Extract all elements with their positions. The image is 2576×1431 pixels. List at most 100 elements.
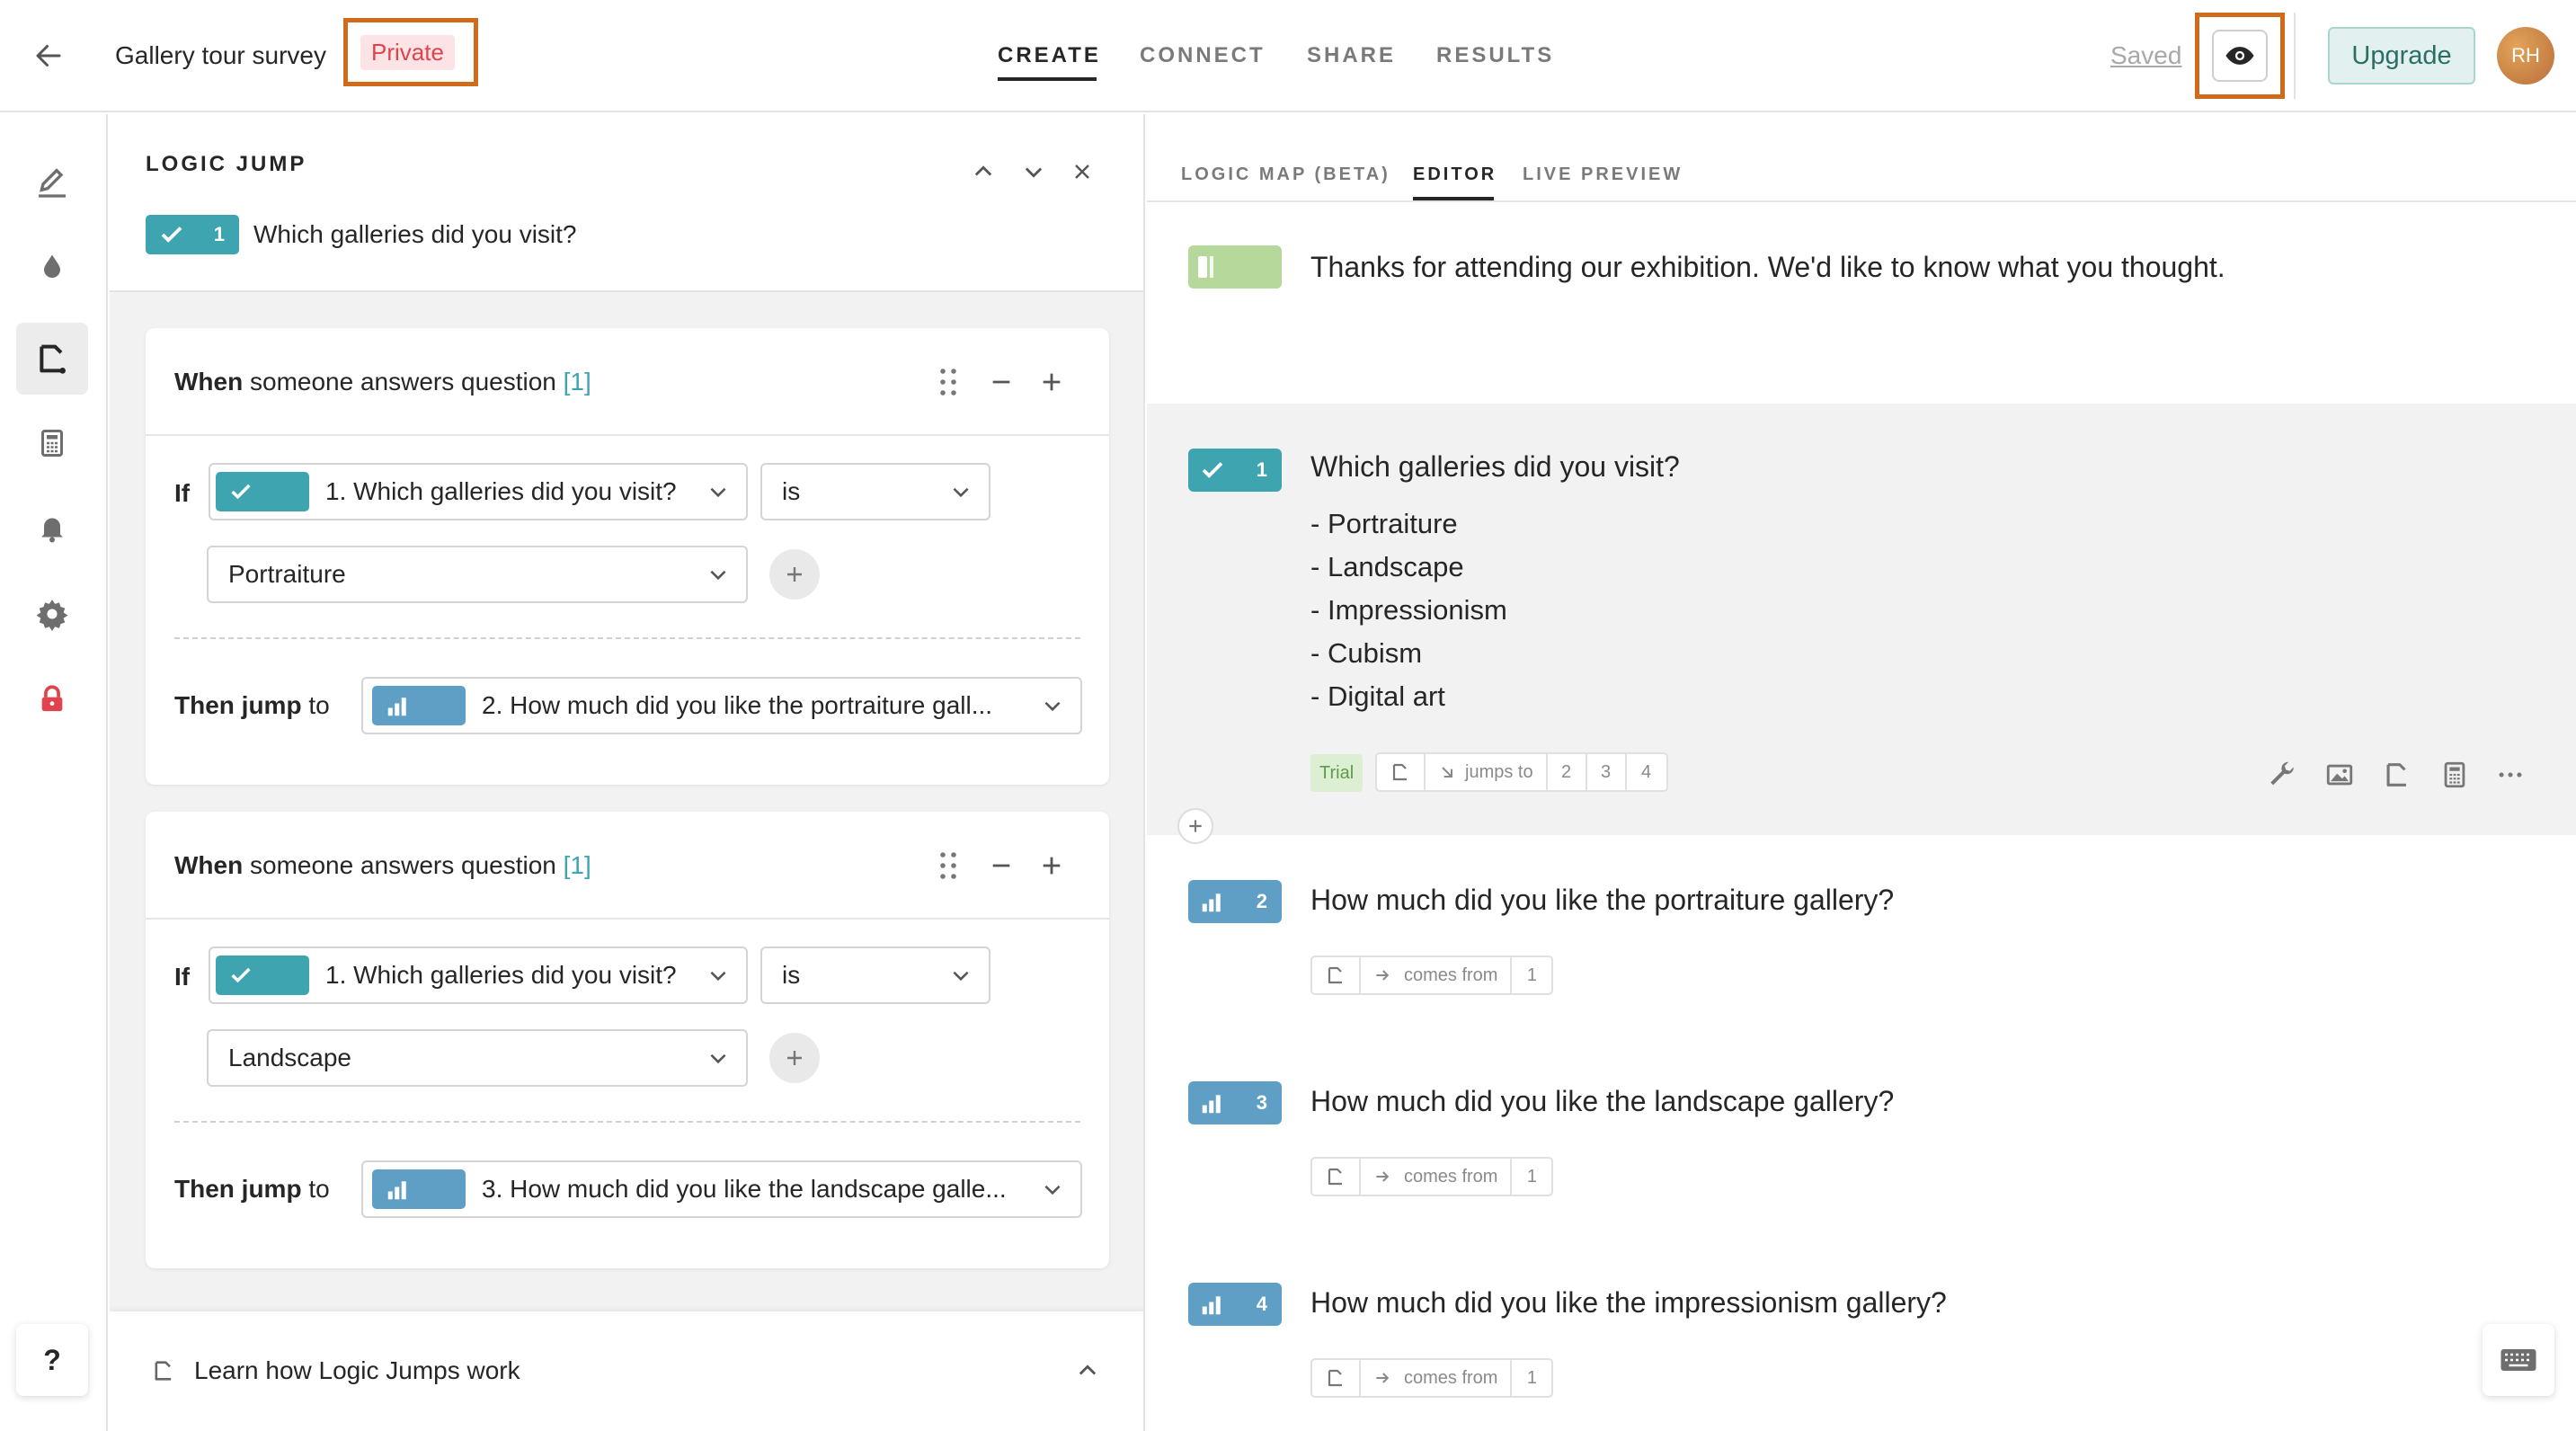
welcome-screen-badge [1188, 245, 1282, 289]
bar-chart-icon [1202, 893, 1221, 912]
tab-connect[interactable]: CONNECT [1140, 43, 1266, 68]
calculator-tool-button[interactable] [16, 407, 88, 479]
logic-panel-header: LOGIC JUMP 1 Which galleries did you vis… [110, 114, 1143, 292]
check-icon [231, 967, 251, 983]
jump-target-number[interactable]: 2 [1548, 754, 1587, 790]
wrench-icon[interactable] [2267, 760, 2297, 790]
jump-target-number[interactable]: 3 [1587, 754, 1627, 790]
rule-card-header: When someone answers question [1] [146, 328, 1109, 436]
privacy-badge[interactable]: Private [360, 35, 455, 70]
left-tool-rail: ? [0, 114, 108, 1431]
rule-divider [174, 637, 1080, 639]
chevron-up-icon[interactable] [971, 159, 996, 184]
tab-live-preview[interactable]: LIVE PREVIEW [1523, 164, 1683, 185]
drag-handle-icon[interactable] [937, 851, 960, 880]
access-tool-button[interactable] [16, 662, 88, 734]
bar-chart-icon [1202, 1095, 1221, 1114]
saved-status: Saved [2110, 41, 2182, 69]
active-tab-underline [998, 77, 1097, 81]
tab-share[interactable]: SHARE [1307, 43, 1396, 68]
trial-badge: Trial [1310, 754, 1364, 792]
privacy-highlight-box: Private [343, 18, 478, 86]
chevron-up-icon[interactable] [1075, 1358, 1100, 1383]
question-type-badge [216, 472, 309, 511]
if-question-select[interactable]: 1. Which galleries did you visit? [209, 947, 748, 1004]
question-title[interactable]: How much did you like the landscape gall… [1310, 1085, 1894, 1118]
welcome-icon [1198, 256, 1213, 278]
minus-icon[interactable] [989, 853, 1014, 878]
comes-from-row[interactable]: comes from 1 [1310, 955, 1554, 995]
welcome-text[interactable]: Thanks for attending our exhibition. We'… [1310, 251, 2225, 284]
add-condition-button[interactable] [769, 1033, 820, 1083]
logic-tool-button[interactable] [16, 323, 88, 395]
logic-branch-icon[interactable] [2382, 760, 2412, 790]
image-icon[interactable] [2324, 760, 2355, 790]
plus-icon [1189, 820, 1202, 832]
lock-icon [41, 685, 63, 712]
notifications-tool-button[interactable] [16, 492, 88, 564]
preview-button[interactable] [2212, 30, 2268, 82]
minus-icon[interactable] [989, 369, 1014, 395]
check-icon [231, 484, 251, 500]
operator-select[interactable]: is [760, 947, 990, 1004]
avatar[interactable]: RH [2497, 27, 2554, 84]
logic-rule-card: When someone answers question [1] If 1. … [146, 328, 1109, 785]
jumps-to-row[interactable]: jumps to 2 3 4 [1375, 752, 1668, 792]
add-question-button[interactable] [1177, 808, 1213, 844]
content-tool-button[interactable] [16, 147, 88, 218]
learn-logic-link[interactable]: Learn how Logic Jumps work [194, 1356, 520, 1385]
tab-create[interactable]: CREATE [998, 43, 1101, 68]
comes-from-row[interactable]: comes from 1 [1310, 1157, 1554, 1196]
comes-from-number[interactable]: 1 [1512, 1159, 1551, 1195]
operator-value: is [782, 961, 801, 989]
operator-select[interactable]: is [760, 463, 990, 520]
calculator-icon[interactable] [2439, 760, 2470, 790]
answer-value-select[interactable]: Landscape [207, 1029, 748, 1087]
answer-value: Portraiture [228, 560, 346, 588]
tab-editor[interactable]: EDITOR [1413, 164, 1497, 185]
jump-target-number[interactable]: 4 [1627, 754, 1666, 790]
design-tool-button[interactable] [16, 231, 88, 303]
tab-logic-map[interactable]: LOGIC MAP (BETA) [1181, 164, 1390, 185]
back-arrow-icon[interactable] [32, 40, 65, 72]
jump-target-select[interactable]: 2. How much did you like the portraiture… [361, 677, 1082, 734]
more-options-icon[interactable] [2495, 760, 2526, 790]
jump-target-value: 3. How much did you like the landscape g… [482, 1175, 1007, 1203]
chevron-down-icon [1044, 701, 1061, 712]
logic-help-footer[interactable]: Learn how Logic Jumps work [110, 1311, 1143, 1431]
question-title[interactable]: How much did you like the portraiture ga… [1310, 884, 1894, 917]
question-title[interactable]: How much did you like the impressionism … [1310, 1286, 1947, 1320]
logic-branch-icon [1312, 1159, 1361, 1195]
if-question-value: 1. Which galleries did you visit? [325, 961, 677, 989]
question-title[interactable]: Which galleries did you visit? [1310, 450, 1680, 484]
plus-icon[interactable] [1039, 853, 1064, 878]
chevron-down-icon[interactable] [1021, 159, 1046, 184]
arrow-down-right-icon [1442, 767, 1452, 778]
add-condition-button[interactable] [769, 549, 820, 600]
check-icon [161, 227, 182, 243]
comes-from-number[interactable]: 1 [1512, 957, 1551, 993]
settings-tool-button[interactable] [16, 578, 88, 650]
keyboard-shortcuts-button[interactable] [2483, 1324, 2554, 1396]
form-title[interactable]: Gallery tour survey [115, 41, 326, 70]
if-question-select[interactable]: 1. Which galleries did you visit? [209, 463, 748, 520]
close-icon[interactable] [1071, 161, 1093, 182]
question-type-badge: 1 [146, 215, 239, 254]
chevron-down-icon [710, 487, 726, 498]
comes-from-row[interactable]: comes from 1 [1310, 1358, 1554, 1398]
question-block-selected[interactable]: 1 Which galleries did you visit? - Portr… [1147, 404, 2576, 835]
logic-branch-icon [1377, 754, 1426, 790]
rule-condition-heading: When someone answers question [1] [174, 368, 591, 396]
comes-from-number[interactable]: 1 [1512, 1360, 1551, 1396]
answer-value-select[interactable]: Portraiture [207, 546, 748, 603]
plus-icon[interactable] [1039, 369, 1064, 395]
logic-panel-title: LOGIC JUMP [146, 152, 307, 176]
arrow-right-icon [1376, 1171, 1390, 1182]
drag-handle-icon[interactable] [937, 368, 960, 396]
help-button[interactable]: ? [16, 1324, 88, 1396]
chevron-down-icon [953, 971, 969, 982]
upgrade-button[interactable]: Upgrade [2328, 27, 2475, 84]
tab-results[interactable]: RESULTS [1436, 43, 1554, 68]
comes-from-label: comes from [1361, 1159, 1513, 1195]
jump-target-select[interactable]: 3. How much did you like the landscape g… [361, 1160, 1082, 1218]
